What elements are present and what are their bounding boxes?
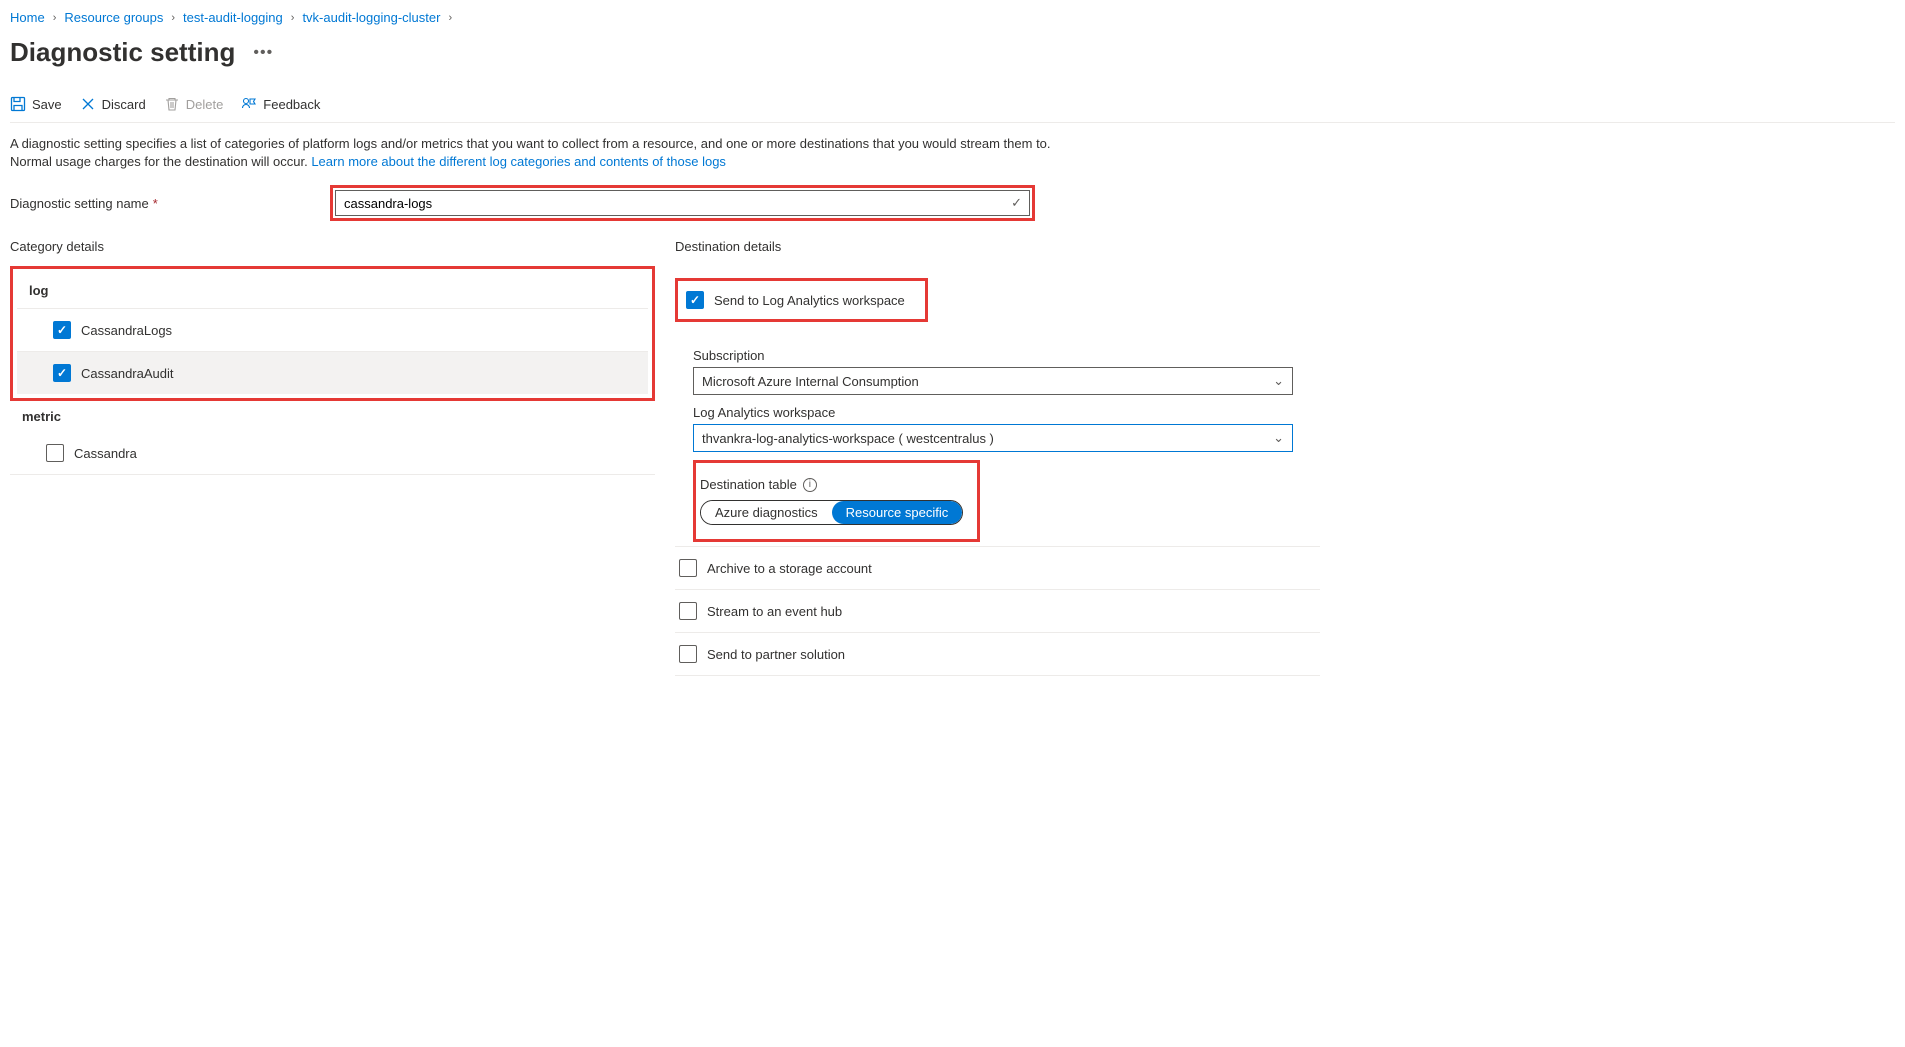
destination-table-highlight: Destination table i Azure diagnostics Re… xyxy=(693,460,980,542)
workspace-value: thvankra-log-analytics-workspace ( westc… xyxy=(702,431,994,446)
dest-row-storage[interactable]: Archive to a storage account xyxy=(675,547,1320,590)
delete-label: Delete xyxy=(186,97,224,112)
toggle-azure-diagnostics[interactable]: Azure diagnostics xyxy=(701,501,832,524)
log-analytics-details: Subscription Microsoft Azure Internal Co… xyxy=(675,334,1320,547)
subscription-value: Microsoft Azure Internal Consumption xyxy=(702,374,919,389)
discard-label: Discard xyxy=(102,97,146,112)
close-icon xyxy=(80,96,96,112)
discard-button[interactable]: Discard xyxy=(80,96,146,112)
breadcrumb-test-audit-logging[interactable]: test-audit-logging xyxy=(183,10,283,25)
description-text: A diagnostic setting specifies a list of… xyxy=(10,135,1060,171)
chevron-right-icon: › xyxy=(53,12,57,24)
storage-label: Archive to a storage account xyxy=(707,561,872,576)
metric-group-title: metric xyxy=(10,401,655,432)
destination-column: Destination details Send to Log Analytic… xyxy=(675,239,1320,676)
chevron-right-icon: › xyxy=(171,12,175,24)
checkbox-cassandra-logs[interactable] xyxy=(53,321,71,339)
category-label: CassandraAudit xyxy=(81,366,174,381)
destination-table-label-text: Destination table xyxy=(700,477,797,492)
log-group-title: log xyxy=(17,273,648,309)
setting-name-highlight: ✓ xyxy=(330,185,1035,221)
checkbox-storage[interactable] xyxy=(679,559,697,577)
category-column: Category details log CassandraLogs Cassa… xyxy=(10,239,655,676)
dest-row-log-analytics: Send to Log Analytics workspace xyxy=(675,266,1320,334)
category-label: CassandraLogs xyxy=(81,323,172,338)
category-item-cassandra-metric[interactable]: Cassandra xyxy=(10,432,655,475)
required-star: * xyxy=(153,196,158,211)
dest-row-partner[interactable]: Send to partner solution xyxy=(675,633,1320,676)
category-item-cassandra-audit[interactable]: CassandraAudit xyxy=(17,352,648,394)
chevron-down-icon: ⌄ xyxy=(1273,373,1284,389)
checkbox-eventhub[interactable] xyxy=(679,602,697,620)
page-title: Diagnostic setting xyxy=(10,37,235,68)
setting-name-label-text: Diagnostic setting name xyxy=(10,196,149,211)
feedback-button[interactable]: Feedback xyxy=(241,96,320,112)
log-analytics-label: Send to Log Analytics workspace xyxy=(714,293,905,308)
check-icon: ✓ xyxy=(1011,195,1022,211)
breadcrumb-home[interactable]: Home xyxy=(10,10,45,25)
breadcrumb: Home › Resource groups › test-audit-logg… xyxy=(10,10,1895,25)
category-details-title: Category details xyxy=(10,239,655,254)
log-analytics-highlight: Send to Log Analytics workspace xyxy=(675,278,928,322)
destination-table-toggle[interactable]: Azure diagnostics Resource specific xyxy=(700,500,963,525)
checkbox-cassandra-metric[interactable] xyxy=(46,444,64,462)
feedback-icon xyxy=(241,96,257,112)
page-title-row: Diagnostic setting ••• xyxy=(10,37,1895,68)
checkbox-partner[interactable] xyxy=(679,645,697,663)
category-label: Cassandra xyxy=(74,446,137,461)
toggle-resource-specific[interactable]: Resource specific xyxy=(832,501,963,524)
breadcrumb-resource-groups[interactable]: Resource groups xyxy=(64,10,163,25)
trash-icon xyxy=(164,96,180,112)
workspace-select[interactable]: thvankra-log-analytics-workspace ( westc… xyxy=(693,424,1293,452)
save-label: Save xyxy=(32,97,62,112)
subscription-select[interactable]: Microsoft Azure Internal Consumption ⌄ xyxy=(693,367,1293,395)
category-item-cassandra-logs[interactable]: CassandraLogs xyxy=(17,309,648,352)
toolbar: Save Discard Delete Feedback xyxy=(10,96,1895,123)
destination-details-title: Destination details xyxy=(675,239,1320,254)
save-button[interactable]: Save xyxy=(10,96,62,112)
info-icon[interactable]: i xyxy=(803,478,817,492)
subscription-label: Subscription xyxy=(693,348,1320,363)
more-icon[interactable]: ••• xyxy=(253,44,273,62)
learn-more-link[interactable]: Learn more about the different log categ… xyxy=(311,154,726,169)
breadcrumb-cluster[interactable]: tvk-audit-logging-cluster xyxy=(302,10,440,25)
setting-name-row: Diagnostic setting name * ✓ xyxy=(10,185,1895,221)
feedback-label: Feedback xyxy=(263,97,320,112)
workspace-label: Log Analytics workspace xyxy=(693,405,1320,420)
eventhub-label: Stream to an event hub xyxy=(707,604,842,619)
partner-label: Send to partner solution xyxy=(707,647,845,662)
log-category-highlight: log CassandraLogs CassandraAudit xyxy=(10,266,655,401)
dest-row-eventhub[interactable]: Stream to an event hub xyxy=(675,590,1320,633)
chevron-down-icon: ⌄ xyxy=(1273,430,1284,446)
chevron-right-icon: › xyxy=(291,12,295,24)
columns: Category details log CassandraLogs Cassa… xyxy=(10,239,1895,676)
chevron-right-icon: › xyxy=(448,12,452,24)
save-icon xyxy=(10,96,26,112)
checkbox-cassandra-audit[interactable] xyxy=(53,364,71,382)
setting-name-input[interactable] xyxy=(335,190,1030,216)
delete-button: Delete xyxy=(164,96,224,112)
destination-table-label: Destination table i xyxy=(700,477,963,492)
checkbox-log-analytics[interactable] xyxy=(686,291,704,309)
setting-name-label: Diagnostic setting name * xyxy=(10,196,330,211)
